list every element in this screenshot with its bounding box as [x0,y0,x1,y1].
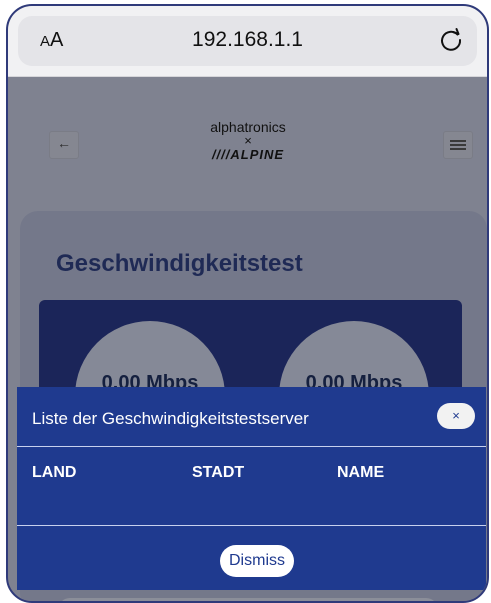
address-bar[interactable]: AA 192.168.1.1 [18,16,477,66]
modal-title: Liste der Geschwindigkeitstestserver [32,409,309,428]
back-button[interactable]: ← [49,131,79,159]
close-button[interactable]: × [437,403,475,429]
hamburger-bar [450,144,466,146]
brand-logo: alphatronics × ////ALPINE [168,119,328,162]
logo-cross: × [244,133,252,148]
column-header-name: NAME [337,464,385,481]
divider [17,446,486,447]
server-list-modal: Liste der Geschwindigkeitstestserver × L… [17,387,486,590]
reload-icon[interactable] [437,26,465,54]
back-arrow-icon: ← [57,135,71,151]
page-title: Geschwindigkeitstest [56,250,303,277]
column-header-stadt: STADT [192,464,245,481]
browser-toolbar: AA 192.168.1.1 [8,6,487,77]
phone-screen: AA 192.168.1.1 ← alphatronics × ////ALPI… [6,4,489,603]
hamburger-bar [450,148,466,150]
page-header: ← alphatronics × ////ALPINE [8,76,487,226]
column-header-land: LAND [32,464,77,481]
bottom-input [58,598,438,601]
url-text[interactable]: 192.168.1.1 [18,28,477,52]
logo-alpine: ////ALPINE [211,147,285,162]
dismiss-button[interactable]: Dismiss [220,545,294,577]
hamburger-menu-icon [450,140,466,142]
menu-button[interactable] [443,131,473,159]
divider [17,525,486,526]
